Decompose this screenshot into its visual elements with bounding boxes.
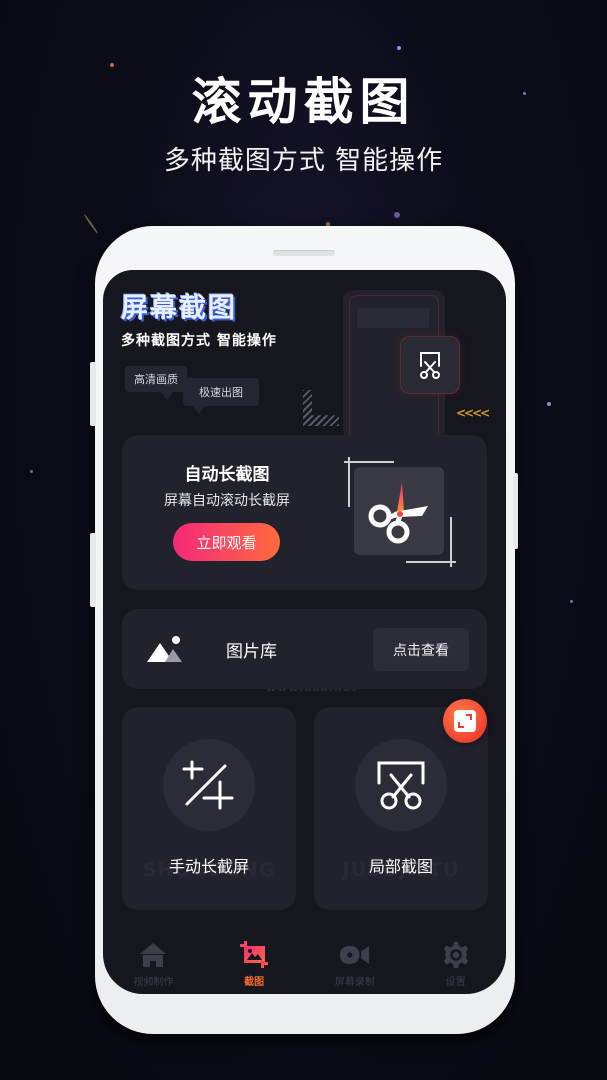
- power-button: [513, 473, 518, 549]
- nav-item-screenshot[interactable]: 截图: [204, 934, 305, 994]
- scissors-illustration: [344, 457, 456, 567]
- tile-label: 手动长截屏: [168, 857, 249, 876]
- nav-item-video-making[interactable]: 视频制作: [103, 934, 204, 994]
- volume-up-button: [90, 362, 96, 426]
- bottom-nav: 视频制作 截图 屏幕录制 设置: [103, 934, 506, 994]
- nav-label: 视频制作: [133, 977, 174, 988]
- crop-image-icon: [240, 941, 269, 968]
- tag-hd-quality: 高清画质: [125, 366, 187, 400]
- tile-icon-circle: [355, 739, 447, 831]
- auto-card-subtitle: 屏幕自动滚动长截屏: [164, 493, 290, 509]
- nav-label: 设置: [445, 977, 466, 988]
- volume-down-button: [90, 533, 96, 607]
- auto-card-title: 自动长截图: [184, 465, 270, 485]
- banner-stripes-decoration: [303, 390, 339, 426]
- promo-subtitle: 多种截图方式 智能操作: [163, 146, 444, 176]
- nav-label: 屏幕录制: [334, 977, 375, 988]
- chevrons-decoration: <<<<: [456, 406, 490, 420]
- scissors-icon: [368, 482, 428, 544]
- watch-now-button[interactable]: 立即观看: [173, 523, 280, 561]
- expand-icon: [454, 710, 476, 732]
- scissors-screen-icon: [420, 352, 440, 379]
- video-camera-icon: [339, 946, 369, 964]
- auto-long-screenshot-card: 自动长截图 屏幕自动滚动长截屏 立即观看: [122, 435, 487, 694]
- floating-expand-button[interactable]: [443, 699, 487, 743]
- banner-subtitle: 多种截图方式 智能操作: [121, 333, 277, 349]
- nav-item-settings[interactable]: 设置: [405, 934, 506, 994]
- nav-label: 截图: [244, 977, 265, 988]
- banner-title: 屏幕截图: [121, 293, 237, 324]
- gallery-card[interactable]: 图片库 点击查看: [122, 609, 487, 689]
- nav-item-screen-recording[interactable]: 屏幕录制: [305, 934, 406, 994]
- manual-long-screenshot-tile[interactable]: SHOUDONG 手动长截屏: [122, 707, 296, 910]
- scissors-screen-icon: [377, 761, 425, 810]
- tile-label: 局部截图: [368, 857, 433, 876]
- banner-icon-box: [400, 336, 460, 394]
- gear-icon: [443, 942, 468, 968]
- crop-icon: [182, 760, 234, 810]
- home-icon: [140, 943, 167, 967]
- view-gallery-button[interactable]: 点击查看: [373, 628, 469, 671]
- app-screen: 屏幕截图 多种截图方式 智能操作 <<<< 高清画质 极速出图 自动长截图 屏幕…: [103, 270, 506, 994]
- tag-fast-output: 极速出图: [183, 378, 259, 414]
- gallery-label: 图片库: [226, 642, 277, 662]
- tile-icon-circle: [163, 739, 255, 831]
- promo-title: 滚动截图: [191, 73, 416, 131]
- image-icon: [147, 636, 182, 662]
- phone-speaker: [273, 250, 335, 256]
